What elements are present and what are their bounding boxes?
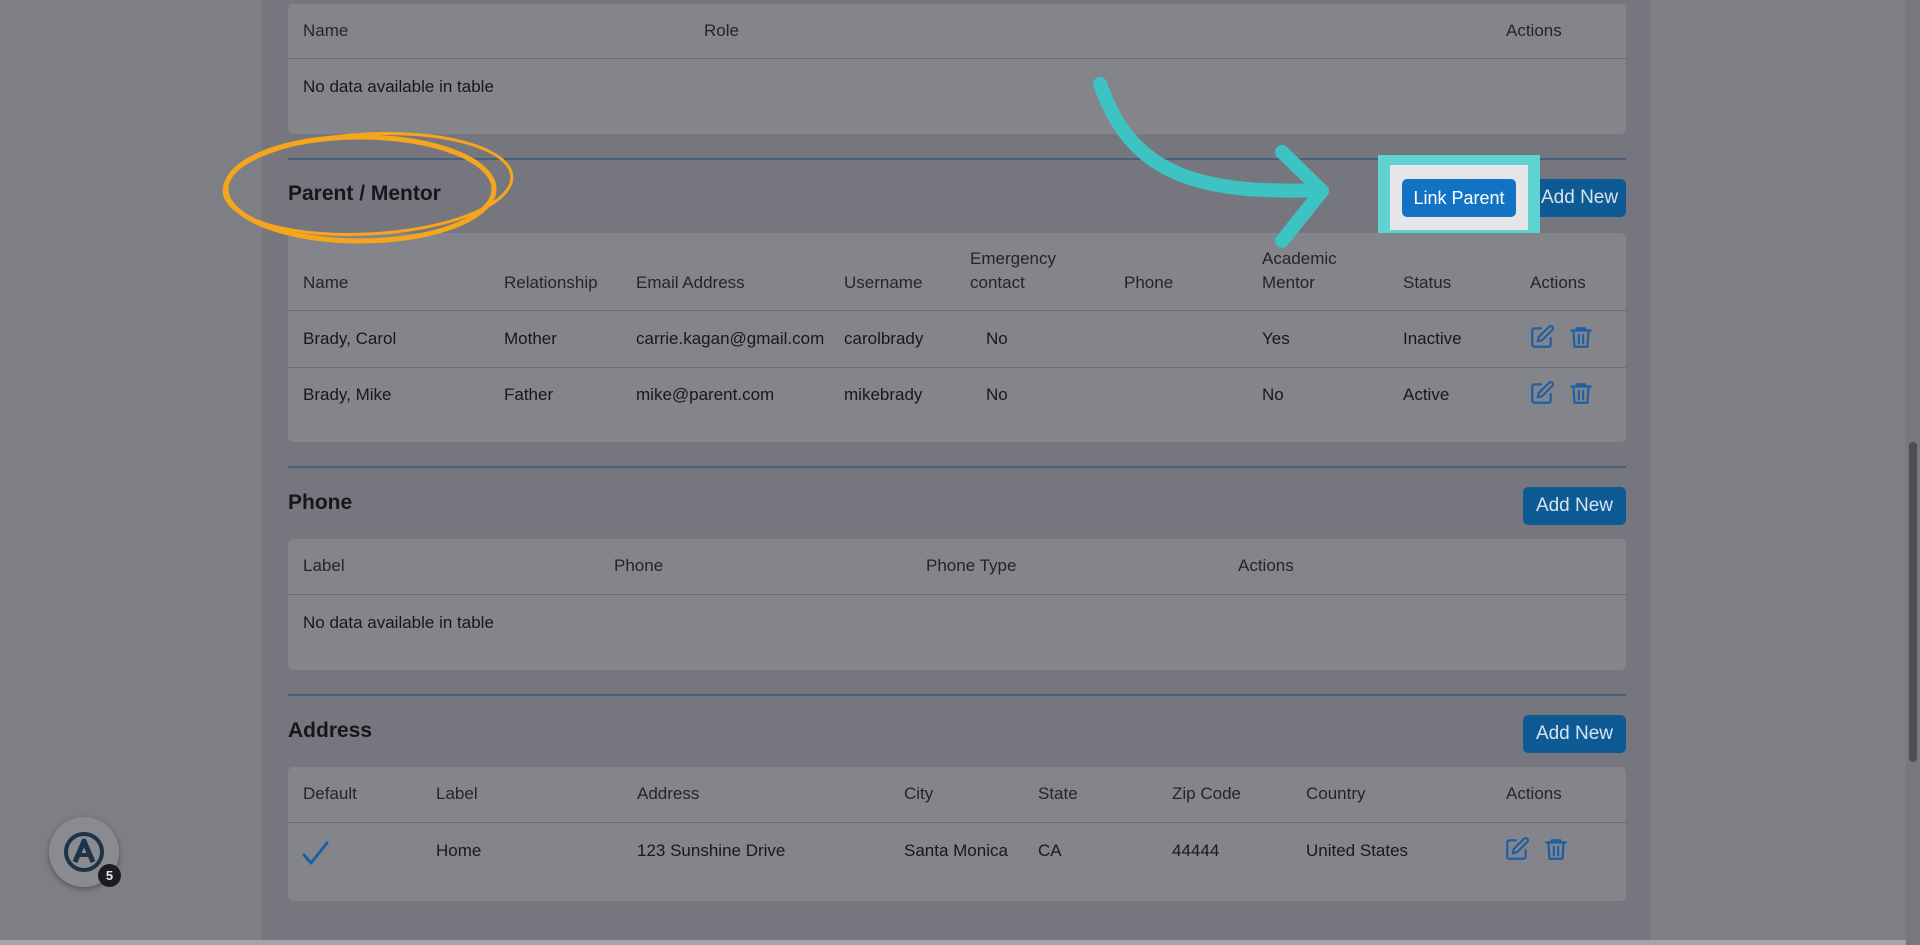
cell-username: carolbrady bbox=[844, 329, 924, 348]
edit-icon[interactable] bbox=[1529, 380, 1555, 406]
col-header-phone-type: Phone Type bbox=[926, 556, 1017, 575]
col-header-academic: Academic bbox=[1262, 249, 1337, 268]
section-divider bbox=[288, 466, 1626, 468]
col-header-emergency: Emergency bbox=[970, 249, 1056, 268]
scrollbar-thumb[interactable] bbox=[1909, 442, 1917, 762]
cell-city: Santa Monica bbox=[904, 841, 1008, 860]
col-header-role: Role bbox=[704, 21, 739, 40]
col-header-actions: Actions bbox=[1506, 784, 1562, 803]
col-header-address: Address bbox=[637, 784, 700, 803]
cell-state: CA bbox=[1038, 841, 1062, 860]
trash-icon[interactable] bbox=[1568, 324, 1594, 350]
address-table bbox=[288, 767, 1626, 901]
bottom-edge bbox=[0, 940, 1906, 945]
cell-emergency: No bbox=[986, 329, 1008, 348]
cell-relationship: Mother bbox=[504, 329, 557, 348]
col-header-zip: Zip Code bbox=[1172, 784, 1241, 803]
section-title-parent-mentor: Parent / Mentor bbox=[288, 182, 441, 205]
row-separator bbox=[288, 367, 1626, 368]
cell-address: 123 Sunshine Drive bbox=[637, 841, 786, 860]
add-new-address-button[interactable]: Add New bbox=[1523, 715, 1626, 753]
empty-table-message: No data available in table bbox=[303, 613, 494, 632]
col-header-emergency-2: contact bbox=[970, 273, 1025, 292]
app-logo-icon bbox=[64, 832, 104, 872]
cell-status: Active bbox=[1403, 385, 1450, 404]
col-header-actions: Actions bbox=[1506, 21, 1562, 40]
header-separator bbox=[288, 58, 1626, 59]
cell-username: mikebrady bbox=[844, 385, 923, 404]
cell-status: Inactive bbox=[1403, 329, 1462, 348]
edit-icon[interactable] bbox=[1504, 836, 1530, 862]
header-separator bbox=[288, 310, 1626, 311]
col-header-email: Email Address bbox=[636, 273, 745, 292]
section-title-phone: Phone bbox=[288, 491, 353, 514]
cell-email: carrie.kagan@gmail.com bbox=[636, 329, 825, 348]
col-header-mentor: Mentor bbox=[1262, 273, 1315, 292]
cell-email: mike@parent.com bbox=[636, 385, 775, 404]
cell-zip: 44444 bbox=[1172, 841, 1220, 860]
col-header-actions: Actions bbox=[1530, 273, 1586, 292]
col-header-name: Name bbox=[303, 273, 349, 292]
col-header-status: Status bbox=[1403, 273, 1452, 292]
col-header-phone: Phone bbox=[614, 556, 664, 575]
trash-icon[interactable] bbox=[1543, 836, 1569, 862]
cell-name: Brady, Carol bbox=[303, 329, 397, 348]
col-header-actions: Actions bbox=[1238, 556, 1294, 575]
header-separator bbox=[288, 822, 1626, 823]
cell-name: Brady, Mike bbox=[303, 385, 392, 404]
notification-badge: 5 bbox=[98, 864, 121, 887]
col-header-username: Username bbox=[844, 273, 923, 292]
link-parent-button[interactable]: Link Parent bbox=[1402, 179, 1516, 217]
cell-emergency: No bbox=[986, 385, 1008, 404]
edit-icon[interactable] bbox=[1529, 324, 1555, 350]
header-separator bbox=[288, 594, 1626, 595]
col-header-phone: Phone bbox=[1124, 273, 1174, 292]
roles-table bbox=[288, 4, 1626, 134]
cell-country: United States bbox=[1306, 841, 1409, 860]
cell-relationship: Father bbox=[504, 385, 554, 404]
empty-table-message: No data available in table bbox=[303, 77, 494, 96]
cell-mentor: Yes bbox=[1262, 329, 1290, 348]
col-header-city: City bbox=[904, 784, 934, 803]
section-title-address: Address bbox=[288, 719, 373, 742]
col-header-country: Country bbox=[1306, 784, 1366, 803]
col-header-default: Default bbox=[303, 784, 357, 803]
cell-mentor: No bbox=[1262, 385, 1284, 404]
add-new-phone-button[interactable]: Add New bbox=[1523, 487, 1626, 525]
col-header-relationship: Relationship bbox=[504, 273, 598, 292]
help-widget[interactable]: 5 bbox=[49, 817, 121, 887]
col-header-name: Name bbox=[303, 21, 349, 40]
trash-icon[interactable] bbox=[1568, 380, 1594, 406]
col-header-label: Label bbox=[436, 784, 478, 803]
col-header-label: Label bbox=[303, 556, 345, 575]
col-header-state: State bbox=[1038, 784, 1078, 803]
section-divider bbox=[288, 694, 1626, 696]
checkmark-icon bbox=[301, 839, 329, 867]
cell-label: Home bbox=[436, 841, 482, 860]
